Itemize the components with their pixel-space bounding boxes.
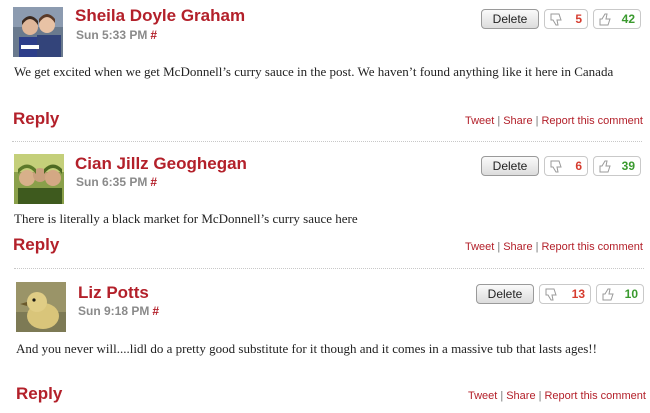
- permalink-link[interactable]: #: [152, 304, 159, 318]
- thumbs-up-count: 10: [624, 287, 638, 301]
- thumbs-down-button[interactable]: 13: [539, 284, 591, 304]
- report-link[interactable]: Report this comment: [544, 390, 645, 402]
- comment-time: Sun 9:18 PM: [78, 304, 150, 318]
- avatar[interactable]: [16, 282, 66, 332]
- tweet-link[interactable]: Tweet: [468, 390, 497, 402]
- reply-button[interactable]: Reply: [16, 384, 62, 404]
- thumbs-up-icon: [602, 288, 617, 301]
- duckling-avatar-icon: [16, 282, 66, 332]
- comment-actions: Tweet | Share | Report this comment: [468, 390, 646, 402]
- comment-text: And you never will....lidl do a pretty g…: [16, 341, 597, 356]
- comment-timestamp: Sun 9:18 PM #: [78, 304, 159, 318]
- comment-3: Liz Potts Sun 9:18 PM # Delete 13 10 And …: [0, 0, 650, 413]
- separator: |: [538, 390, 542, 402]
- thumbs-down-count: 13: [571, 287, 585, 301]
- share-link[interactable]: Share: [506, 390, 535, 402]
- thumbs-up-button[interactable]: 10: [596, 284, 644, 304]
- comment-author[interactable]: Liz Potts: [78, 283, 149, 303]
- delete-button[interactable]: Delete: [476, 284, 534, 304]
- thumbs-down-icon: [545, 288, 560, 301]
- separator: |: [500, 390, 504, 402]
